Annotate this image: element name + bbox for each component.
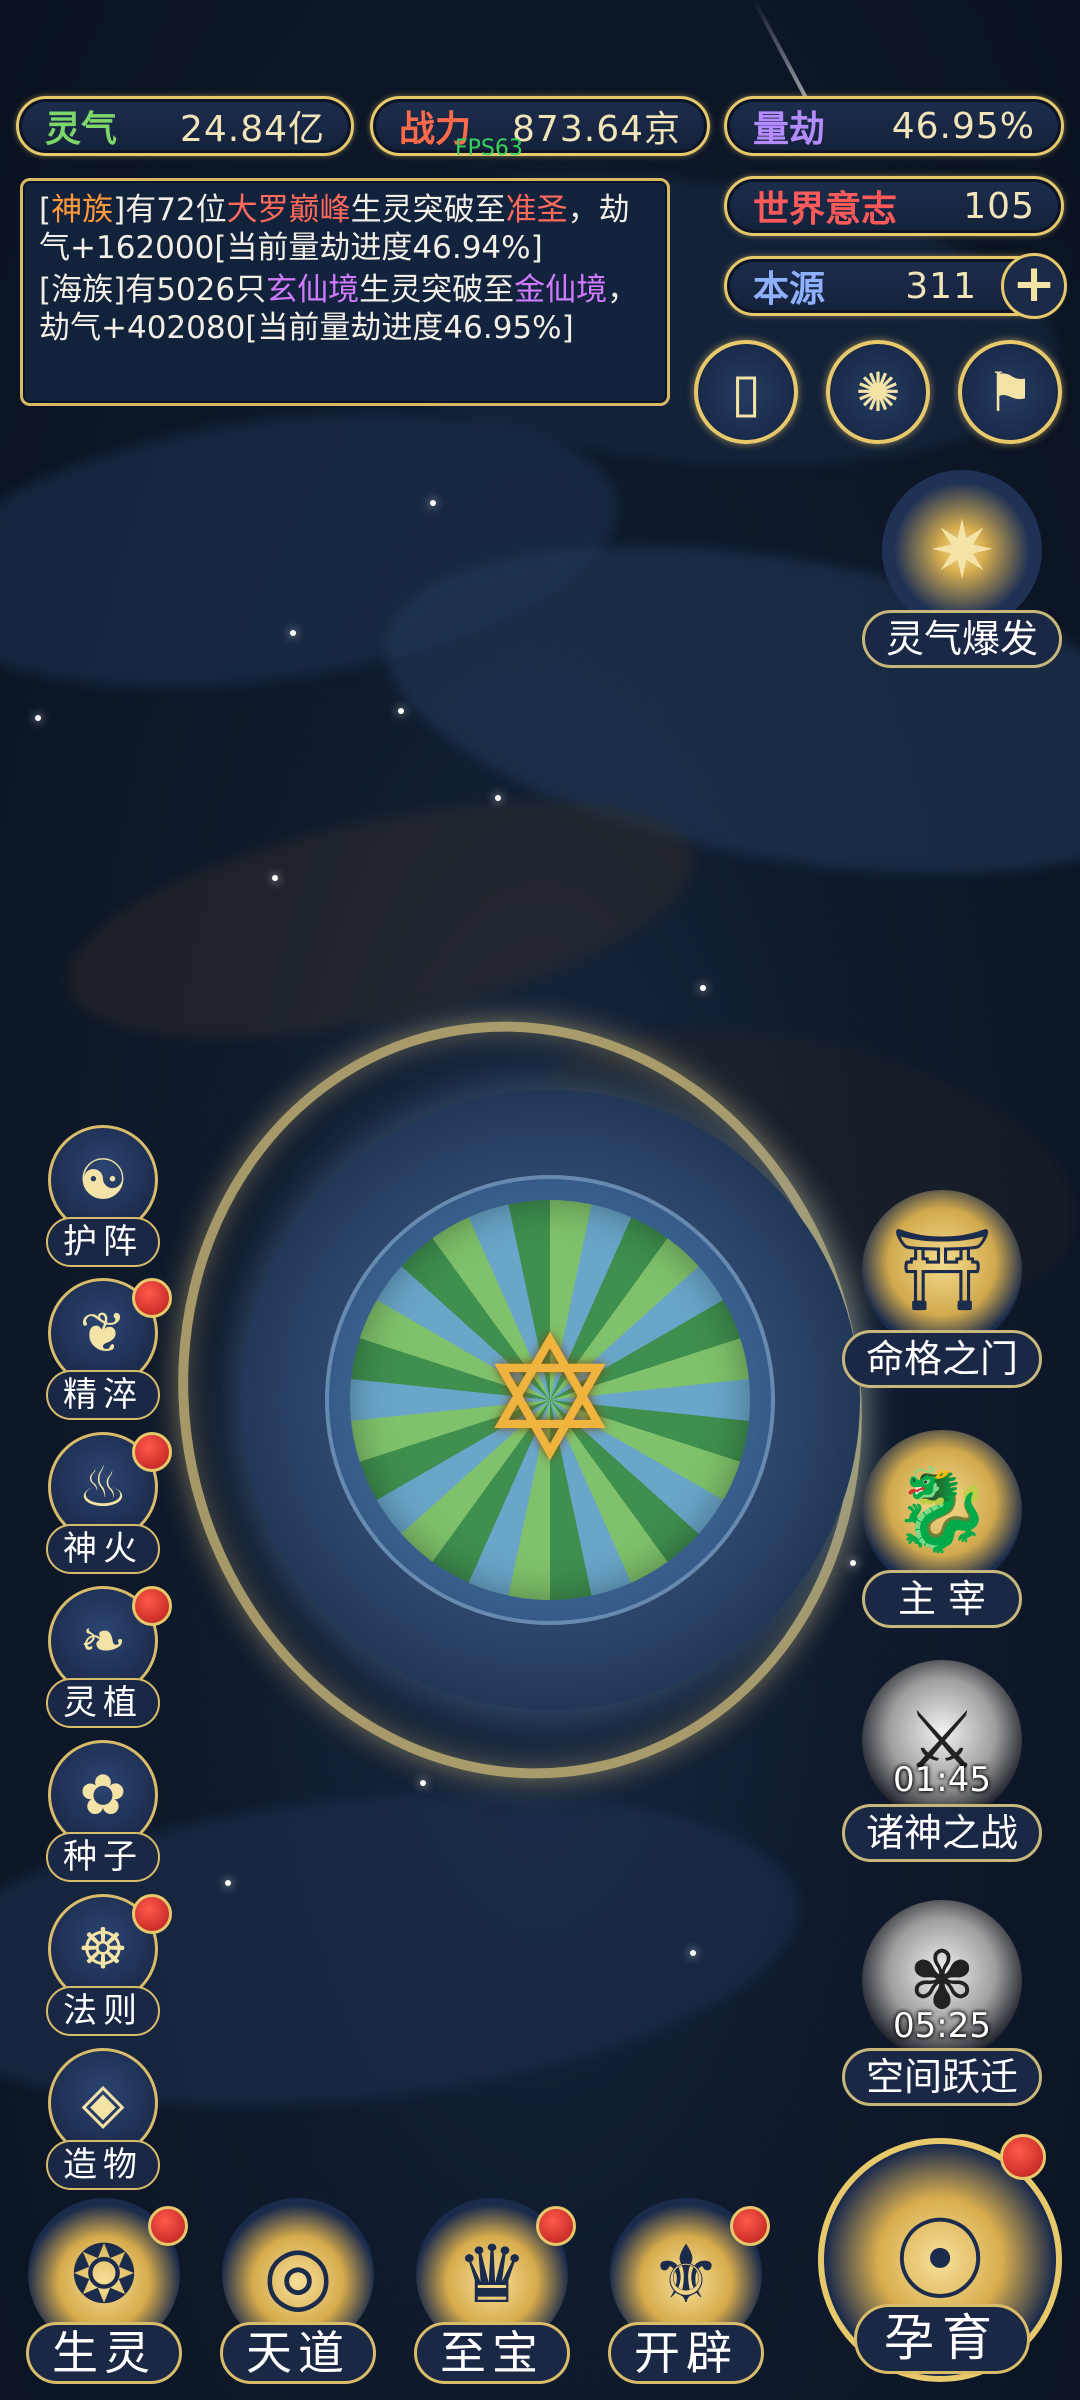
star bbox=[420, 1780, 426, 1786]
left-menu-label: 法则 bbox=[46, 1986, 160, 2036]
notification-badge bbox=[536, 2206, 576, 2246]
nav-creatures[interactable]: ❂ 生灵 bbox=[14, 2198, 194, 2398]
lotus-core-icon: ✡ bbox=[478, 1301, 622, 1499]
nav-open-realm[interactable]: ⚜ 开辟 bbox=[596, 2198, 776, 2398]
nurture-button[interactable]: ☉ 孕育 bbox=[810, 2130, 1070, 2400]
notification-badge bbox=[132, 1586, 172, 1626]
space-leap-button[interactable]: ✾ 05:25 空间跃迁 bbox=[842, 1900, 1042, 2110]
vortex-button[interactable]: ✺ bbox=[826, 340, 930, 444]
left-menu-protect[interactable]: ☯ 护阵 bbox=[38, 1125, 168, 1275]
log-rank: 大罗巅峰 bbox=[226, 192, 351, 228]
notification-badge bbox=[1000, 2134, 1046, 2180]
liangjie-value: 46.95% bbox=[891, 105, 1035, 147]
lingqi-stat: 灵气 24.84亿 bbox=[16, 96, 354, 156]
zhanli-stat: 战力 873.64京 bbox=[370, 96, 710, 156]
log-text: 生灵突破至 bbox=[359, 272, 515, 308]
spirit-burst-button[interactable]: ✷ 灵气爆发 bbox=[862, 470, 1062, 680]
space-leap-timer: 05:25 bbox=[893, 2006, 991, 2046]
fps-counter: FPS63 bbox=[455, 136, 523, 161]
nav-heaven-dao[interactable]: ◎ 天道 bbox=[208, 2198, 388, 2398]
left-menu-divine-fire[interactable]: ♨ 神火 bbox=[38, 1432, 172, 1582]
card-button[interactable]: ▯ bbox=[694, 340, 798, 444]
log-text: [海族]有5026只 bbox=[39, 272, 267, 308]
lingqi-label: 灵气 bbox=[45, 109, 118, 150]
notification-badge bbox=[148, 2206, 188, 2246]
left-menu-creation[interactable]: ◈ 造物 bbox=[38, 2048, 168, 2198]
shijie-value: 105 bbox=[963, 185, 1035, 227]
log-message: [海族]有5026只玄仙境生灵突破至金仙境，劫气+402080[当前量劫进度46… bbox=[39, 271, 651, 347]
ruler-label: 主 宰 bbox=[862, 1570, 1022, 1628]
notification-badge bbox=[730, 2206, 770, 2246]
notification-badge bbox=[132, 1894, 172, 1934]
log-message: [神族]有72位大罗巅峰生灵突破至准圣，劫气+162000[当前量劫进度46.9… bbox=[39, 191, 651, 267]
gate-icon: ⛩ bbox=[862, 1190, 1022, 1350]
fate-gate-button[interactable]: ⛩ 命格之门 bbox=[842, 1190, 1042, 1390]
gods-war-button[interactable]: ⚔ 01:45 诸神之战 bbox=[842, 1660, 1042, 1870]
log-target: 准圣 bbox=[505, 192, 568, 228]
shijie-label: 世界意志 bbox=[753, 189, 898, 230]
log-rank: 玄仙境 bbox=[266, 272, 360, 308]
star bbox=[495, 795, 501, 801]
add-benyuan-button[interactable]: + bbox=[1001, 253, 1067, 319]
left-menu-label: 护阵 bbox=[46, 1217, 160, 1267]
star bbox=[35, 715, 41, 721]
left-menu-label: 神火 bbox=[46, 1524, 160, 1574]
liangjie-stat[interactable]: 量劫 46.95% bbox=[724, 96, 1064, 156]
left-menu-seed[interactable]: ✿ 种子 bbox=[38, 1740, 168, 1890]
fate-gate-label: 命格之门 bbox=[842, 1330, 1042, 1388]
star bbox=[225, 1880, 231, 1886]
notification-badge bbox=[132, 1432, 172, 1472]
starburst-icon: ✷ bbox=[882, 470, 1042, 630]
log-race: 神族 bbox=[51, 192, 114, 228]
benyuan-value: 311 bbox=[905, 265, 977, 307]
star bbox=[398, 708, 404, 714]
star bbox=[272, 875, 278, 881]
nav-label: 至宝 bbox=[414, 2322, 570, 2384]
flag-button[interactable]: ⚑ bbox=[958, 340, 1062, 444]
nav-label: 开辟 bbox=[608, 2322, 764, 2384]
nav-treasure[interactable]: ♛ 至宝 bbox=[402, 2198, 582, 2398]
star bbox=[690, 1950, 696, 1956]
left-menu-spirit-plant[interactable]: ❧ 灵植 bbox=[38, 1586, 172, 1736]
nav-label: 生灵 bbox=[26, 2322, 182, 2384]
gods-war-label: 诸神之战 bbox=[842, 1804, 1042, 1862]
left-menu-refine[interactable]: ❦ 精淬 bbox=[38, 1278, 172, 1428]
event-log: [神族]有72位大罗巅峰生灵突破至准圣，劫气+162000[当前量劫进度46.9… bbox=[20, 178, 670, 406]
ruler-button[interactable]: 🐉 主 宰 bbox=[842, 1430, 1042, 1630]
spirit-burst-label: 灵气爆发 bbox=[862, 610, 1062, 668]
benyuan-stat: 本源 311 + bbox=[724, 253, 1067, 319]
benyuan-label: 本源 bbox=[753, 269, 826, 310]
notification-badge bbox=[132, 1278, 172, 1318]
lingqi-value: 24.84亿 bbox=[179, 109, 325, 150]
vortex-icon: ✺ bbox=[855, 360, 901, 424]
left-menu-label: 精淬 bbox=[46, 1370, 160, 1420]
star bbox=[700, 985, 706, 991]
flag-icon: ⚑ bbox=[985, 360, 1035, 424]
log-text: 生灵突破至 bbox=[350, 192, 506, 228]
log-text: ]有72位 bbox=[113, 192, 227, 228]
log-text: [ bbox=[39, 192, 52, 228]
nurture-label: 孕育 bbox=[854, 2304, 1030, 2374]
left-menu-label: 灵植 bbox=[46, 1678, 160, 1728]
card-icon: ▯ bbox=[731, 360, 761, 424]
nav-label: 天道 bbox=[220, 2322, 376, 2384]
log-target: 金仙境 bbox=[514, 272, 608, 308]
star bbox=[290, 630, 296, 636]
gods-war-timer: 01:45 bbox=[893, 1760, 991, 1800]
zhanli-value: 873.64京 bbox=[512, 109, 681, 150]
dragon-icon: 🐉 bbox=[862, 1430, 1022, 1590]
space-leap-label: 空间跃迁 bbox=[842, 2048, 1042, 2106]
shijie-stat[interactable]: 世界意志 105 bbox=[724, 176, 1064, 236]
liangjie-label: 量劫 bbox=[753, 109, 826, 150]
left-menu-law[interactable]: ☸ 法则 bbox=[38, 1894, 172, 2044]
star bbox=[430, 500, 436, 506]
left-menu-label: 造物 bbox=[46, 2140, 160, 2190]
left-menu-label: 种子 bbox=[46, 1832, 160, 1882]
